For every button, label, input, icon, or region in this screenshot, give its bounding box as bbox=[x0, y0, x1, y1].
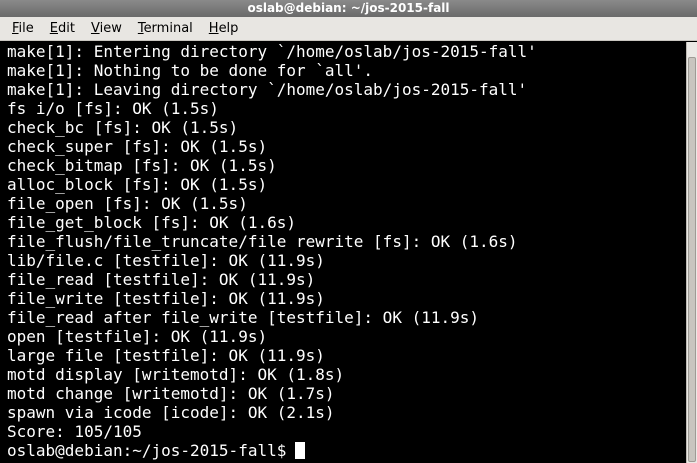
shell-prompt: oslab@debian:~/jos-2015-fall$ bbox=[7, 441, 287, 460]
menu-view-mnemonic: V bbox=[90, 20, 100, 36]
menu-edit[interactable]: Edit bbox=[42, 17, 83, 41]
menu-view-label: iew bbox=[99, 20, 122, 36]
terminal-line: file_flush/file_truncate/file rewrite [f… bbox=[7, 232, 518, 251]
menu-terminal[interactable]: Terminal bbox=[130, 17, 201, 41]
scrollbar-thumb[interactable] bbox=[688, 57, 696, 462]
menu-bar: File Edit View Terminal Help bbox=[0, 17, 697, 41]
terminal-line: make[1]: Leaving directory `/home/oslab/… bbox=[7, 80, 528, 99]
menu-file[interactable]: File bbox=[4, 17, 42, 41]
terminal-line: file_open [fs]: OK (1.5s) bbox=[7, 194, 248, 213]
menu-file-label: ile bbox=[18, 20, 34, 36]
menu-help-label: elp bbox=[218, 20, 239, 36]
terminal-line: lib/file.c [testfile]: OK (11.9s) bbox=[7, 251, 325, 270]
terminal-line: open [testfile]: OK (11.9s) bbox=[7, 327, 268, 346]
menu-edit-label: dit bbox=[58, 20, 75, 36]
terminal-line: make[1]: Nothing to be done for `all'. bbox=[7, 61, 374, 80]
menu-view[interactable]: View bbox=[83, 17, 130, 41]
terminal-line: alloc_block [fs]: OK (1.5s) bbox=[7, 175, 268, 194]
terminal-line: large file [testfile]: OK (11.9s) bbox=[7, 346, 325, 365]
terminal-line: motd display [writemotd]: OK (1.8s) bbox=[7, 365, 345, 384]
menu-help-mnemonic: H bbox=[208, 20, 219, 36]
terminal-line: file_read after file_write [testfile]: O… bbox=[7, 308, 480, 327]
terminal-line: file_get_block [fs]: OK (1.6s) bbox=[7, 213, 296, 232]
text-cursor bbox=[295, 442, 306, 459]
terminal-line: check_bc [fs]: OK (1.5s) bbox=[7, 118, 239, 137]
terminal-line: fs i/o [fs]: OK (1.5s) bbox=[7, 99, 219, 118]
terminal-window: oslab@debian: ~/jos-2015-fall File Edit … bbox=[0, 0, 697, 463]
vertical-scrollbar[interactable] bbox=[686, 42, 697, 463]
terminal-output[interactable]: make[1]: Entering directory `/home/oslab… bbox=[0, 42, 686, 463]
terminal-line: spawn via icode [icode]: OK (2.1s) bbox=[7, 403, 335, 422]
terminal-line: file_read [testfile]: OK (11.9s) bbox=[7, 270, 316, 289]
menu-help[interactable]: Help bbox=[201, 17, 247, 41]
title-bar[interactable]: oslab@debian: ~/jos-2015-fall bbox=[0, 0, 697, 17]
terminal-line: make[1]: Entering directory `/home/oslab… bbox=[7, 42, 537, 61]
terminal-line: motd change [writemotd]: OK (1.7s) bbox=[7, 384, 335, 403]
terminal-line: Score: 105/105 bbox=[7, 422, 142, 441]
prompt-line[interactable]: oslab@debian:~/jos-2015-fall$ bbox=[7, 441, 686, 460]
menu-terminal-label: erminal bbox=[143, 20, 193, 36]
terminal-line: file_write [testfile]: OK (11.9s) bbox=[7, 289, 325, 308]
terminal-line: check_bitmap [fs]: OK (1.5s) bbox=[7, 156, 277, 175]
terminal-line: check_super [fs]: OK (1.5s) bbox=[7, 137, 268, 156]
window-title: oslab@debian: ~/jos-2015-fall bbox=[247, 1, 450, 15]
menu-edit-mnemonic: E bbox=[49, 20, 58, 36]
